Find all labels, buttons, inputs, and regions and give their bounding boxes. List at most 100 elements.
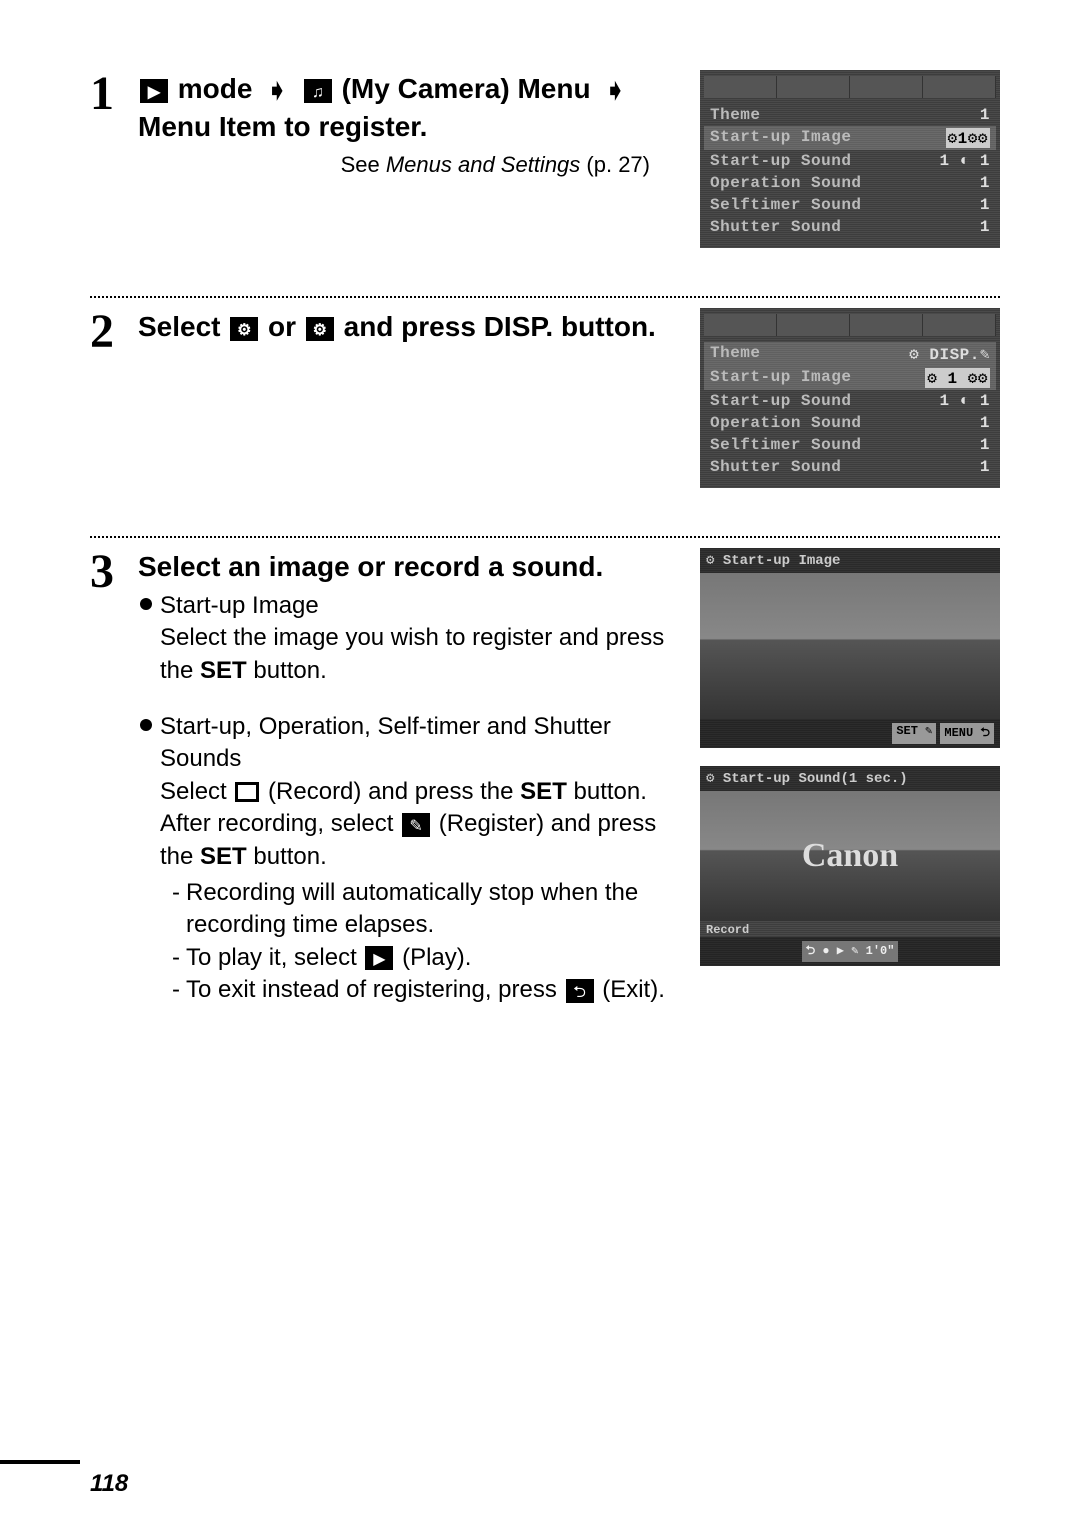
step-2-screenshot: Theme ⚙ DISP.✎ Start-up Image ⚙ 1 ⚙⚙ Start… [700,308,1000,506]
bullet-sounds: Start-up, Operation, Self-timer and Shut… [138,711,690,873]
subtitle-prefix: See [341,152,386,177]
lcd-startup-sound: ⚙ Start-up Sound(1 sec.) Canon Record ⮌ … [700,766,1000,966]
step-3-title: Select an image or record a sound. [138,548,690,586]
menu-value: ⚙ DISP.✎ [909,344,990,364]
menu-label: Selftimer Sound [710,196,862,214]
lcd-header: ⚙ Start-up Image [700,548,1000,573]
menu-value: 1 [980,218,990,236]
set-chip: SET ✎ [892,723,936,744]
subtitle-italic: Menus and Settings [386,152,580,177]
bullet2-body-e: button. [247,843,327,870]
step-1-title-part1: mode [178,73,253,104]
menu-label: Start-up Sound [710,392,851,410]
arrow-icon: ➧ [604,73,626,108]
manual-page: 1 ▶ mode ➧ ♫ (My Camera) Menu ➧ Menu Ite… [0,0,1080,1534]
menu-label: Start-up Image [710,128,851,148]
menu-chip: MENU ⮌ [940,723,994,744]
record-icon [235,782,259,802]
step-2-text-c: and press [336,311,484,342]
step-2-text-b: or [260,311,304,342]
set-label: SET [200,657,247,684]
step-2-title: Select ⚙ or ⚙ and press DISP. button. [138,308,690,346]
menu-label: Theme [710,344,761,364]
step-1-title: ▶ mode ➧ ♫ (My Camera) Menu ➧ Menu Item … [138,70,690,146]
menu-value: 1 [980,106,990,124]
menu-value: ⚙1⚙⚙ [946,128,991,148]
step-3: 3 Select an image or record a sound. Sta… [90,538,1000,1036]
bullet-dot-icon [140,719,152,731]
bullet1-body-b: button. [247,657,327,684]
sub2-text-a: To play it, select [186,944,363,971]
footer-rule [0,1460,80,1464]
menu-label: Start-up Sound [710,152,851,170]
menu-label: Theme [710,106,761,124]
bullet2-body-b: (Record) and press the [261,778,520,805]
sub3-text-b: (Exit). [596,976,665,1003]
step-1-title-part2: (My Camera) Menu [342,73,591,104]
menu-value: 1 [980,414,990,432]
custom-2-icon: ⚙ [230,317,258,341]
lcd-header: ⚙ Start-up Sound(1 sec.) [700,766,1000,791]
set-label: SET [520,778,567,805]
lcd-tab-row [704,76,996,98]
sub2-text-b: (Play). [395,944,471,971]
lcd-menu-2: Theme ⚙ DISP.✎ Start-up Image ⚙ 1 ⚙⚙ Start… [700,308,1000,488]
set-label: SET [200,843,247,870]
lcd-sound-footer: ⮌ ● ▶ ✎ 1'0" [700,937,1000,966]
lcd-image-preview [700,573,1000,719]
my-camera-icon: ♫ [304,79,332,103]
step-2-text-e: button. [553,311,656,342]
bullet2-head: Start-up, Operation, Self-timer and Shut… [160,713,611,772]
sub1-text: Recording will automatically stop when t… [186,877,690,942]
menu-value: 1 [980,458,990,476]
menu-value: ⚙ 1 ⚙⚙ [925,368,990,388]
custom-3-icon: ⚙ [306,317,334,341]
lcd-menu-1: Theme 1 Start-up Image ⚙1⚙⚙ Start-up Sound… [700,70,1000,248]
sub3-text-a: To exit instead of registering, press [186,976,564,1003]
play-icon: ▶ [365,946,393,970]
step-3-body: Select an image or record a sound. Start… [138,548,700,1006]
menu-value: 1 ◐ 1 [939,392,990,410]
dash-icon: - [172,877,186,942]
dash-icon: - [172,942,186,974]
step-1-screenshot: Theme 1 Start-up Image ⚙1⚙⚙ Start-up Sound… [700,70,1000,266]
menu-label: Shutter Sound [710,458,841,476]
menu-label: Operation Sound [710,174,862,192]
dash-icon: - [172,974,186,1006]
bullet-startup-image: Start-up Image Select the image you wish… [138,590,690,687]
canon-logo: Canon [802,837,898,875]
bullet-dot-icon [140,598,152,610]
page-number: 118 [90,1470,128,1498]
lcd-startup-image: ⚙ Start-up Image SET ✎ MENU ⮌ [700,548,1000,748]
step-1-title-part3: Menu Item to register. [138,111,427,142]
sound-controls: ⮌ ● ▶ ✎ 1'0" [802,941,899,962]
register-icon: ✎ [402,813,430,837]
menu-label: Operation Sound [710,414,862,432]
step-3-screenshots: ⚙ Start-up Image SET ✎ MENU ⮌ ⚙ Start-up… [700,548,1000,984]
lcd-tab-row [704,314,996,336]
record-label: Record [700,921,1000,937]
step-number-1: 1 [90,70,138,118]
playback-mode-icon: ▶ [140,79,168,103]
step-1: 1 ▶ mode ➧ ♫ (My Camera) Menu ➧ Menu Ite… [90,60,1000,298]
step-1-subtitle: See Menus and Settings (p. 27) [138,150,690,180]
menu-label: Start-up Image [710,368,851,388]
menu-label: Shutter Sound [710,218,841,236]
bullet2-body-a: Select [160,778,233,805]
disp-label: DISP. [484,311,554,342]
step-2: 2 Select ⚙ or ⚙ and press DISP. button. … [90,298,1000,538]
menu-value: 1 [980,196,990,214]
arrow-icon: ➧ [266,73,288,108]
lcd-brand-body: Canon [700,791,1000,921]
menu-value: 1 [980,436,990,454]
menu-label: Selftimer Sound [710,436,862,454]
bullet1-head: Start-up Image [160,592,319,619]
step-1-body: ▶ mode ➧ ♫ (My Camera) Menu ➧ Menu Item … [138,70,700,180]
menu-value: 1 [980,174,990,192]
subtitle-suffix: (p. 27) [580,152,650,177]
menu-value: 1 ◐ 1 [939,152,990,170]
step-number-3: 3 [90,548,138,596]
step-2-body: Select ⚙ or ⚙ and press DISP. button. [138,308,700,350]
lcd-footer: SET ✎ MENU ⮌ [700,719,1000,748]
step-number-2: 2 [90,308,138,356]
